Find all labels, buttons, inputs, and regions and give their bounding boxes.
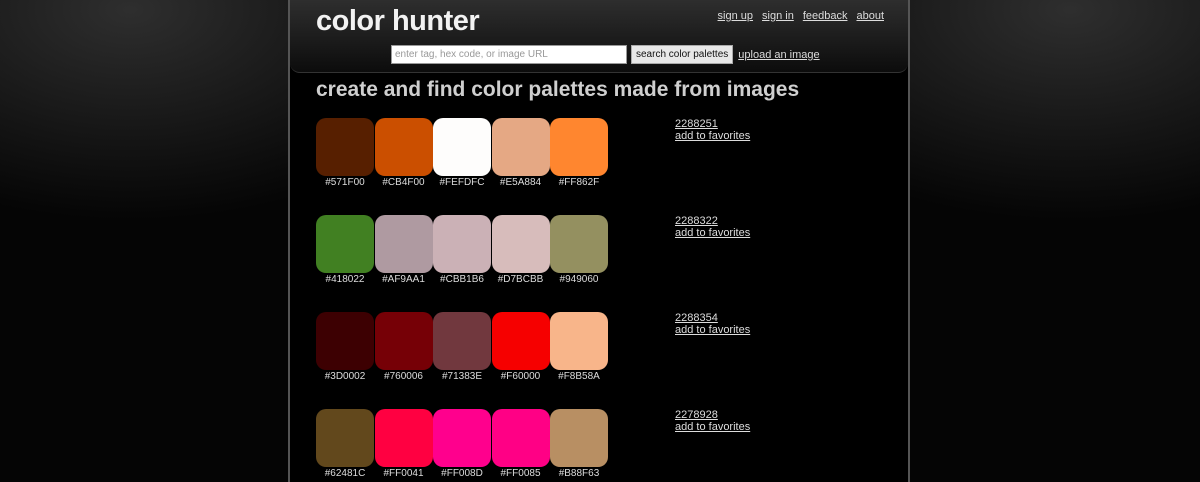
swatch-row: #62481C #FF0041 #FF008D #FF0085 #B88F63 [316,409,886,480]
hex-code: #AF9AA1 [382,274,425,285]
main-panel: color hunter sign up sign in feedback about… [288,0,910,482]
color-swatch: #FEFDFC [433,118,491,189]
color-swatch: #F60000 [491,312,550,383]
color-swatch: #949060 [550,215,608,286]
color-swatch: #760006 [374,312,433,383]
color-swatch: #D7BCBB [491,215,550,286]
hex-code: #E5A884 [499,177,542,188]
palette-meta: 2288354 add to favorites [675,312,750,336]
color-chip[interactable] [550,215,608,273]
hex-code: #FF862F [558,177,600,188]
color-swatch: #B88F63 [550,409,608,480]
hex-code: #CBB1B6 [440,274,484,285]
hex-code: #F60000 [500,371,541,382]
palette-id-link[interactable]: 2278928 [675,409,750,421]
palette-row: #62481C #FF0041 #FF008D #FF0085 #B88F63 … [316,409,886,482]
palette-meta: 2278928 add to favorites [675,409,750,433]
hex-code: #760006 [384,371,423,382]
color-chip[interactable] [316,312,374,370]
color-chip[interactable] [433,312,491,370]
nav-sign-up-link[interactable]: sign up [718,10,753,22]
color-swatch: #CB4F00 [374,118,433,189]
hex-code: #B88F63 [558,468,600,479]
color-chip[interactable] [550,409,608,467]
search-button[interactable]: search color palettes [631,45,734,64]
color-swatch: #71383E [433,312,491,383]
palette-id-link[interactable]: 2288354 [675,312,750,324]
color-chip[interactable] [550,312,608,370]
palette-row: #418022 #AF9AA1 #CBB1B6 #D7BCBB #949060 … [316,215,886,312]
color-chip[interactable] [316,409,374,467]
color-swatch: #FF0041 [374,409,433,480]
palette-meta: 2288322 add to favorites [675,215,750,239]
hex-code: #71383E [441,371,483,382]
color-chip[interactable] [491,215,550,273]
hex-code: #62481C [324,468,366,479]
hex-code: #FEFDFC [439,177,485,188]
color-chip[interactable] [433,215,491,273]
site-header: color hunter sign up sign in feedback about… [290,0,908,73]
nav-sign-in-link[interactable]: sign in [762,10,794,22]
hex-code: #FF008D [441,468,483,479]
color-swatch: #418022 [316,215,374,286]
swatch-row: #3D0002 #760006 #71383E #F60000 #F8B58A [316,312,886,383]
color-swatch: #CBB1B6 [433,215,491,286]
color-swatch: #62481C [316,409,374,480]
color-chip[interactable] [374,409,433,467]
color-chip[interactable] [374,215,433,273]
hex-code: #949060 [559,274,599,285]
swatch-row: #571F00 #CB4F00 #FEFDFC #E5A884 #FF862F [316,118,886,189]
color-swatch: #F8B58A [550,312,608,383]
palette-row: #571F00 #CB4F00 #FEFDFC #E5A884 #FF862F … [316,118,886,215]
color-chip[interactable] [374,118,433,176]
color-chip[interactable] [433,409,491,467]
color-chip[interactable] [374,312,433,370]
nav-about-link[interactable]: about [856,10,884,22]
add-to-favorites-link[interactable]: add to favorites [675,324,750,336]
color-chip[interactable] [316,118,374,176]
color-chip[interactable] [433,118,491,176]
site-logo[interactable]: color hunter [316,5,480,38]
color-swatch: #FF0085 [491,409,550,480]
search-input[interactable] [391,45,627,64]
color-chip[interactable] [491,312,550,370]
hex-code: #D7BCBB [497,274,544,285]
top-nav: sign up sign in feedback about [709,10,884,22]
color-chip[interactable] [491,118,550,176]
hex-code: #3D0002 [324,371,366,382]
palette-id-link[interactable]: 2288251 [675,118,750,130]
hex-code: #CB4F00 [382,177,425,188]
add-to-favorites-link[interactable]: add to favorites [675,130,750,142]
add-to-favorites-link[interactable]: add to favorites [675,227,750,239]
palette-list: #571F00 #CB4F00 #FEFDFC #E5A884 #FF862F … [316,118,886,482]
hex-code: #418022 [325,274,365,285]
swatch-row: #418022 #AF9AA1 #CBB1B6 #D7BCBB #949060 [316,215,886,286]
hex-code: #F8B58A [558,371,600,382]
color-swatch: #E5A884 [491,118,550,189]
color-swatch: #FF862F [550,118,608,189]
nav-feedback-link[interactable]: feedback [803,10,848,22]
search-bar: search color palettes upload an image [391,45,820,64]
palette-row: #3D0002 #760006 #71383E #F60000 #F8B58A … [316,312,886,409]
hex-code: #FF0085 [500,468,541,479]
color-swatch: #FF008D [433,409,491,480]
color-chip[interactable] [491,409,550,467]
color-chip[interactable] [316,215,374,273]
add-to-favorites-link[interactable]: add to favorites [675,421,750,433]
color-swatch: #571F00 [316,118,374,189]
palette-meta: 2288251 add to favorites [675,118,750,142]
color-chip[interactable] [550,118,608,176]
page-title: create and find color palettes made from… [316,78,800,101]
color-swatch: #AF9AA1 [374,215,433,286]
upload-image-link[interactable]: upload an image [738,49,819,61]
hex-code: #571F00 [325,177,365,188]
palette-id-link[interactable]: 2288322 [675,215,750,227]
hex-code: #FF0041 [383,468,424,479]
color-swatch: #3D0002 [316,312,374,383]
